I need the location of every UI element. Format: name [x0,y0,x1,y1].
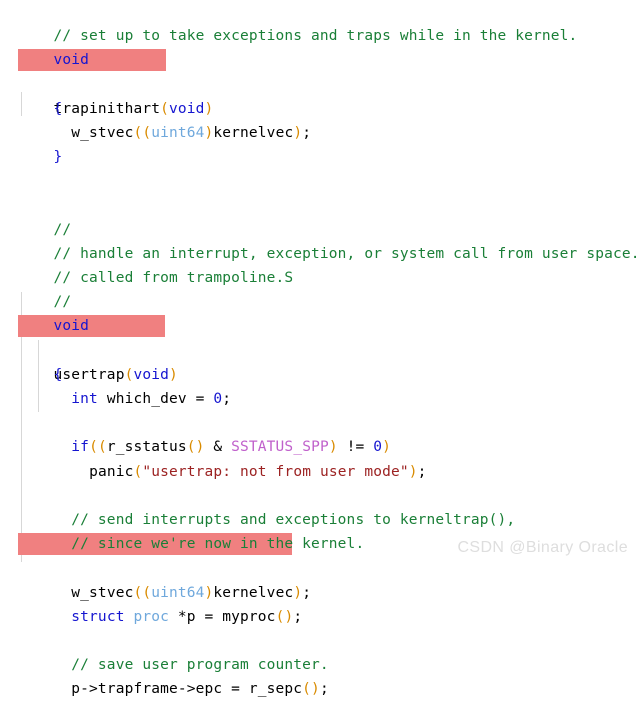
code-token-keyword: void [53,318,90,335]
code-token-comment: // send interrupts and exceptions to ker… [53,511,516,528]
code-line: // set up to take exceptions and traps w… [0,0,642,44]
code-token-paren: ) [293,124,303,141]
code-token-paren: (( [133,584,152,601]
code-token-comment: // save user program counter. [53,657,329,674]
code-token-semicolon: ; [302,124,312,141]
code-line: void [0,290,642,334]
code-token-semicolon: ; [417,463,427,480]
code-token-keyword: void [53,52,90,69]
code-token-comment: // [53,221,72,238]
code-token-number: 0 [213,391,223,408]
code-token-identifier: w_stvec [71,124,134,141]
code-line: // handle an interrupt, exception, or sy… [0,218,642,262]
code-token-identifier: kernelvec [213,124,294,141]
code-line: // save user program counter. [0,629,642,673]
code-editor-viewport: // set up to take exceptions and traps w… [0,0,642,697]
code-token-identifier: kernelvec [213,584,294,601]
code-token-paren: () [275,608,294,625]
code-token-paren: () [302,681,320,698]
code-token-keyword: void [133,366,169,383]
code-line-highlighted: trapinithart(void) [0,48,642,117]
code-token-semicolon: ; [222,391,232,408]
code-token-keyword: void [168,100,205,117]
code-token-identifier: which_dev = [97,391,214,408]
code-token-identifier: usertrap [53,366,125,383]
code-token-comment: // [53,294,72,311]
code-token-type: uint64 [151,584,205,601]
code-token-identifier: panic [89,463,134,480]
code-token-paren: ) [204,584,214,601]
code-token-paren: ) [328,439,338,456]
code-line: { [0,339,642,383]
highlight-band [18,49,166,72]
code-token-number: 0 [373,439,383,456]
code-token-identifier: r_sstatus [106,439,187,456]
code-token-identifier: w_stvec [71,584,134,601]
code-token-paren: ( [160,100,169,117]
code-token-semicolon: ; [302,584,312,601]
code-token-operator: != [337,439,374,456]
code-token-brace: } [53,149,63,166]
code-token-keyword: struct [71,608,125,625]
code-token-paren: ) [293,584,303,601]
code-token-paren: ) [204,100,214,117]
code-token-operator: & [204,439,232,456]
code-token-paren: ) [169,366,178,383]
code-token-paren: (( [133,124,152,141]
code-token-type: uint64 [151,124,205,141]
code-token-identifier: *p = myproc [169,608,276,625]
code-token-semicolon: ; [293,608,303,625]
code-token-paren: (( [89,439,107,456]
code-token-comment: // called from trampoline.S [53,270,294,287]
code-token-paren: ) [408,463,418,480]
code-token-paren: ) [382,439,392,456]
code-token-string: "usertrap: not from user mode" [142,463,409,480]
code-token-macro: SSTATUS_SPP [231,439,329,456]
code-line-highlighted: usertrap(void) [0,314,642,383]
code-token-paren: () [186,439,205,456]
code-token-identifier: trapinithart [53,100,161,117]
highlight-band [18,315,165,338]
code-token-type: proc [133,608,169,625]
code-token-comment: // handle an interrupt, exception, or sy… [53,245,640,262]
csdn-watermark: CSDN @Binary Oracle [457,539,628,556]
code-token-keyword: if [71,439,90,456]
code-line: if((r_sstatus() & SSTATUS_SPP) != 0) [0,411,642,455]
code-token-brace: { [53,100,63,117]
code-token-brace: { [53,366,63,383]
code-token-keyword: int [71,391,98,408]
code-line: { [0,73,642,117]
code-line: // [0,194,642,238]
code-token-comment: // set up to take exceptions and traps w… [53,28,578,45]
code-token-identifier: p->trapframe->epc = r_sepc [71,681,303,698]
code-line: // send interrupts and exceptions to ker… [0,484,642,528]
code-token-semicolon: ; [319,681,329,698]
code-token-comment: // since we're now in the kernel. [53,536,365,553]
